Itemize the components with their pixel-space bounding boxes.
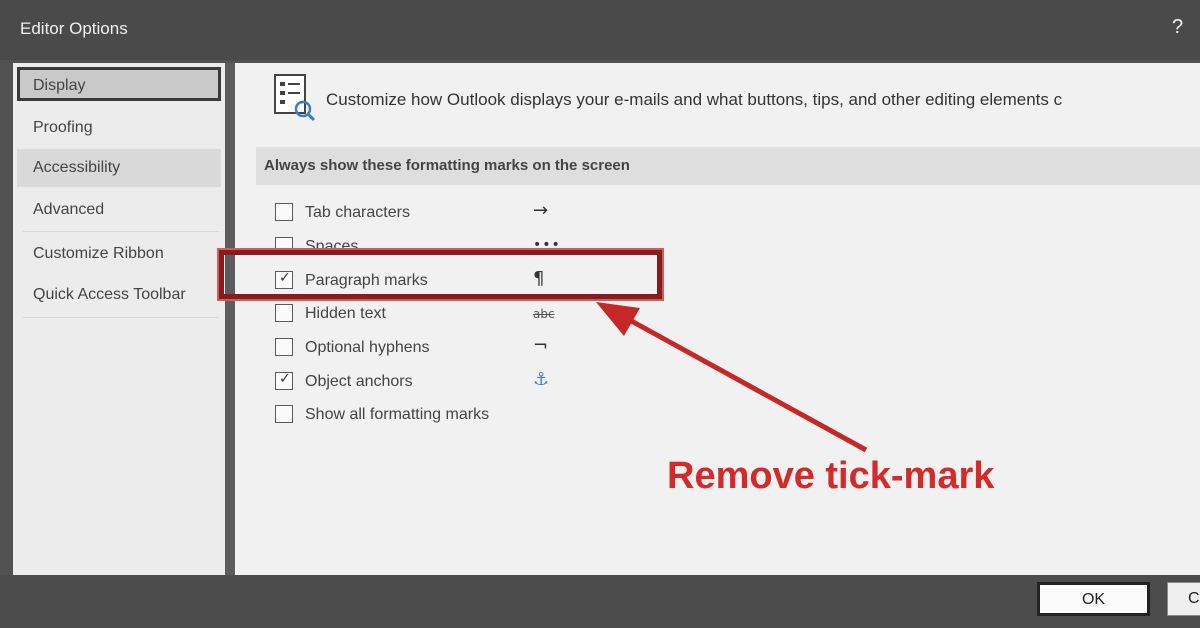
option-label: Tab characters [305,204,410,221]
tab-arrow-icon: → [533,200,549,221]
cancel-button[interactable]: C [1167,582,1200,616]
option-optional-hyphens[interactable]: Optional hyphens ¬ [275,335,575,361]
highlight-box [217,248,664,301]
sidebar-item-label: Proofing [33,119,93,136]
option-object-anchors[interactable]: ✓ Object anchors ⚓ [275,369,575,395]
option-show-all-formatting-marks[interactable]: Show all formatting marks [275,402,575,428]
ok-button[interactable]: OK [1037,582,1150,616]
optional-hyphens-checkbox[interactable] [275,338,293,356]
tab-characters-checkbox[interactable] [275,203,293,221]
checkmark-icon: ✓ [279,371,291,387]
sidebar-item-quick-access-toolbar[interactable]: Quick Access Toolbar [17,276,221,310]
sidebar: Display Proofing Accessibility Advanced … [13,63,225,575]
help-button[interactable]: ? [1172,16,1183,39]
section-heading: Always show these formatting marks on th… [256,147,1200,185]
sidebar-separator [23,231,219,232]
display-options-icon [274,74,316,122]
option-label: Hidden text [305,305,386,322]
annotation-text: Remove tick-mark [667,455,995,497]
optional-hyphen-icon: ¬ [533,335,549,356]
dialog-footer [0,575,1200,628]
hidden-text-icon: abc [533,307,555,321]
sidebar-item-advanced[interactable]: Advanced [17,191,221,225]
object-anchors-checkbox[interactable]: ✓ [275,371,293,390]
sidebar-item-label: Accessibility [33,159,121,176]
sidebar-item-customize-ribbon[interactable]: Customize Ribbon [17,235,221,269]
option-hidden-text[interactable]: Hidden text abc [275,301,575,327]
title-bar: Editor Options ? [0,0,1200,60]
sidebar-item-proofing[interactable]: Proofing [17,109,221,143]
window-title: Editor Options [20,19,128,38]
content-pane: Customize how Outlook displays your e-ma… [235,63,1200,575]
pane-divider [225,63,235,575]
option-label: Show all formatting marks [305,406,490,423]
show-all-formatting-marks-checkbox[interactable] [275,405,293,423]
sidebar-item-display[interactable]: Display [17,67,221,101]
sidebar-item-label: Display [33,77,86,94]
header-description: Customize how Outlook displays your e-ma… [326,90,1063,109]
sidebar-item-label: Quick Access Toolbar [33,286,186,303]
hidden-text-checkbox[interactable] [275,304,293,322]
sidebar-separator [23,317,219,318]
sidebar-item-accessibility[interactable]: Accessibility [17,149,221,187]
option-tab-characters[interactable]: Tab characters → [275,200,575,226]
sidebar-item-label: Advanced [33,201,105,218]
option-label: Optional hyphens [305,339,430,356]
sidebar-item-label: Customize Ribbon [33,245,164,262]
anchor-icon: ⚓ [533,369,550,390]
option-label: Object anchors [305,373,413,390]
